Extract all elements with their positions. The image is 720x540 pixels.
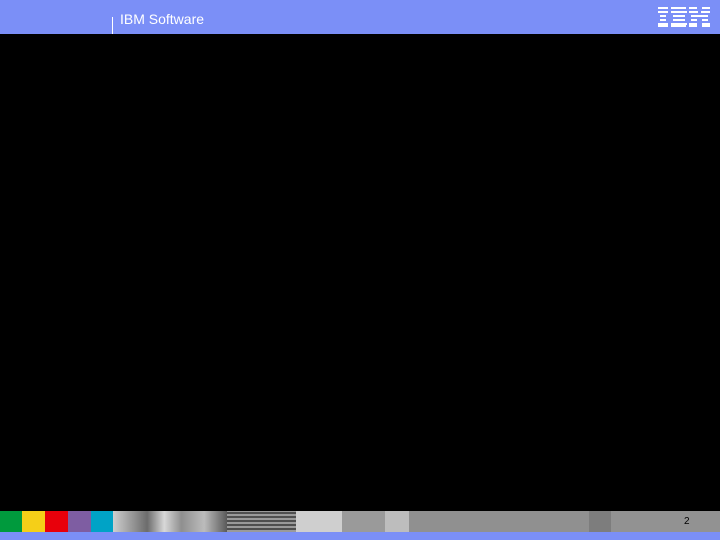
green-swatch — [0, 511, 22, 532]
gray-tile-3 — [611, 511, 720, 532]
header-divider — [112, 17, 113, 34]
light-tile — [296, 511, 342, 532]
header-title: IBM Software — [120, 11, 205, 27]
pattern-tile — [227, 511, 296, 532]
slide-footer: 2 — [0, 511, 720, 540]
light-tile-2 — [385, 511, 409, 532]
red-swatch — [45, 511, 68, 532]
cyan-swatch — [91, 511, 113, 532]
slide-header: IBM Software — [0, 0, 720, 34]
page-number: 2 — [684, 516, 690, 527]
gray-tile — [342, 511, 385, 532]
ibm-logo-icon — [658, 7, 710, 27]
slide-content-area — [0, 34, 720, 511]
photo-strip-image — [113, 511, 227, 532]
dark-tile — [589, 511, 611, 532]
purple-swatch — [68, 511, 91, 532]
footer-line — [0, 532, 720, 540]
yellow-swatch — [22, 511, 45, 532]
gray-tile-2 — [409, 511, 589, 532]
